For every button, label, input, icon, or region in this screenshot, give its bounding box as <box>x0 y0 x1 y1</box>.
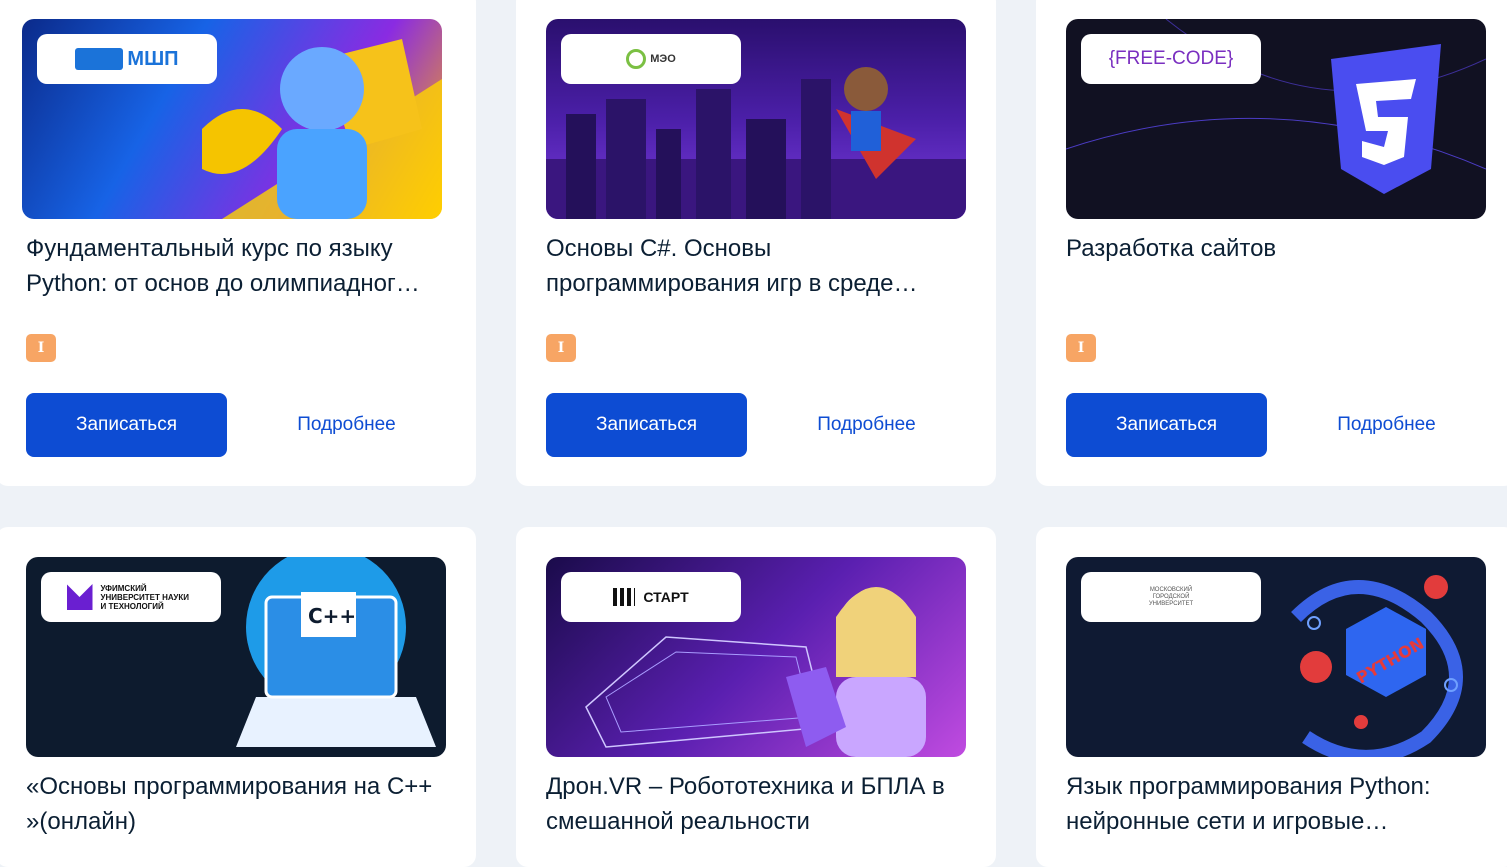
details-link[interactable]: Подробнее <box>766 393 967 457</box>
provider-logo: МОСКОВСКИЙ ГОРОДСКОЙ УНИВЕРСИТЕТ <box>1081 572 1261 622</box>
provider-name: {FREE-CODE} <box>1108 48 1234 69</box>
level-badge: I <box>546 334 576 362</box>
course-banner: PYTHON МОСКОВСКИЙ ГОРОДСКОЙ УНИВЕРСИТЕТ <box>1066 557 1486 757</box>
start-logo-icon <box>613 588 636 606</box>
keyboard-icon <box>75 48 124 70</box>
course-title[interactable]: «Основы программирования на С++ »(онлайн… <box>26 769 456 839</box>
course-card[interactable]: C++ УФИМСКИЙ УНИВЕРСИТЕТ НАУКИ И ТЕХНОЛО… <box>0 527 476 867</box>
course-title[interactable]: Разработка сайтов <box>1066 231 1496 266</box>
course-banner: {FREE-CODE} <box>1066 19 1486 219</box>
course-banner: МШП <box>22 19 442 219</box>
meo-logo-icon <box>626 49 647 69</box>
course-card[interactable]: {FREE-CODE} Разработка сайтов I Записать… <box>1036 0 1507 486</box>
enroll-button[interactable]: Записаться <box>546 393 747 457</box>
course-title[interactable]: Дрон.VR – Робототехника и БПЛА в смешанн… <box>546 769 976 839</box>
course-card[interactable]: МШП Фундаментальный курс по языку Python… <box>0 0 476 486</box>
provider-logo: СТАРТ <box>561 572 741 622</box>
provider-logo: МЭО <box>561 34 741 84</box>
provider-name: МЭО <box>650 53 676 65</box>
university-logo-icon <box>66 584 93 610</box>
course-title[interactable]: Фундаментальный курс по языку Python: от… <box>26 231 456 301</box>
details-link[interactable]: Подробнее <box>1286 393 1487 457</box>
enroll-button[interactable]: Записаться <box>1066 393 1267 457</box>
course-card[interactable]: PYTHON МОСКОВСКИЙ ГОРОДСКОЙ УНИВЕРСИТЕТ … <box>1036 527 1507 867</box>
course-title[interactable]: Язык программирования Python: нейронные … <box>1066 769 1496 839</box>
course-title[interactable]: Основы С#. Основы программирования игр в… <box>546 231 976 301</box>
course-card[interactable]: СТАРТ Дрон.VR – Робототехника и БПЛА в с… <box>516 527 996 867</box>
provider-name: УФИМСКИЙ УНИВЕРСИТЕТ НАУКИ И ТЕХНОЛОГИЙ <box>100 583 189 611</box>
course-card[interactable]: МЭО Основы С#. Основы программирования и… <box>516 0 996 486</box>
provider-name: МШП <box>127 47 179 70</box>
level-badge: I <box>26 334 56 362</box>
level-badge: I <box>1066 334 1096 362</box>
provider-logo: МШП <box>37 34 217 84</box>
course-banner: МЭО <box>546 19 966 219</box>
provider-name: МОСКОВСКИЙ ГОРОДСКОЙ УНИВЕРСИТЕТ <box>1148 586 1194 607</box>
provider-name: СТАРТ <box>643 589 689 605</box>
provider-logo: {FREE-CODE} <box>1081 34 1261 84</box>
course-banner: СТАРТ <box>546 557 966 757</box>
course-banner: C++ УФИМСКИЙ УНИВЕРСИТЕТ НАУКИ И ТЕХНОЛО… <box>26 557 446 757</box>
enroll-button[interactable]: Записаться <box>26 393 227 457</box>
provider-logo: УФИМСКИЙ УНИВЕРСИТЕТ НАУКИ И ТЕХНОЛОГИЙ <box>41 572 221 622</box>
cpp-art-label: C++ <box>308 604 356 628</box>
details-link[interactable]: Подробнее <box>246 393 447 457</box>
